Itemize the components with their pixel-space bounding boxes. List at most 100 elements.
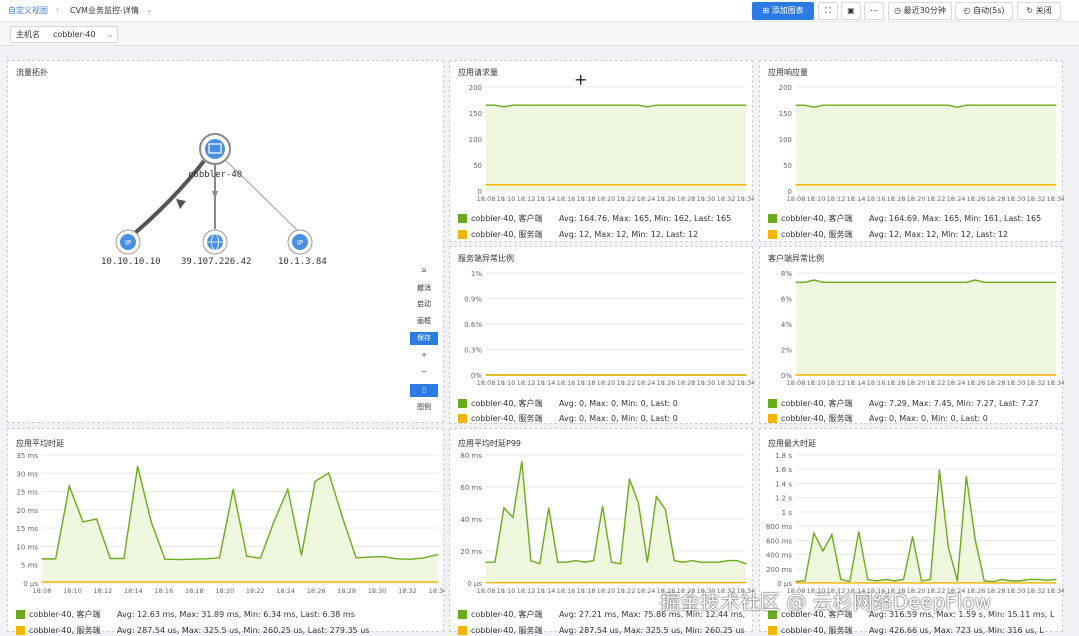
x-tick-label: 18:32 xyxy=(1027,379,1046,387)
host-filter[interactable]: 主机名 cobbler-40 ⌄ xyxy=(10,26,118,43)
chevron-down-icon[interactable]: ⌄ xyxy=(146,5,153,14)
node-label: 10.1.3.84 xyxy=(278,257,327,267)
draw-box-button[interactable]: 画框 xyxy=(410,315,438,328)
watermark: 掘金技术社区 @ 云杉网络DeepFlow xyxy=(660,590,992,614)
time-range-label: 最近30分钟 xyxy=(903,6,946,15)
data-point xyxy=(804,582,806,584)
data-point xyxy=(191,581,193,583)
breadcrumb-separator-icon: › xyxy=(56,5,60,14)
y-tick-label: 150 xyxy=(779,110,792,118)
host-node-icon[interactable] xyxy=(199,133,231,165)
data-point xyxy=(992,184,994,186)
save-button[interactable]: ▣ xyxy=(841,2,861,20)
time-range-button[interactable]: ◷ 最近30分钟 xyxy=(888,2,952,20)
save-layout-button[interactable]: 保存 xyxy=(410,332,438,345)
data-point xyxy=(822,104,824,106)
data-point xyxy=(920,582,923,584)
home-icon[interactable]: ⌂ xyxy=(410,264,438,277)
data-point xyxy=(664,104,666,106)
data-point xyxy=(205,581,207,583)
data-point xyxy=(727,104,729,106)
x-tick-label: 18:18 xyxy=(577,195,596,203)
legend-swatch xyxy=(768,414,777,423)
start-button[interactable]: 启动 xyxy=(410,298,438,311)
legend-swatch xyxy=(458,610,467,619)
fullscreen-button[interactable]: ⛶ xyxy=(818,2,838,20)
data-point xyxy=(1046,281,1048,283)
breadcrumb-root[interactable]: 自定义视图 xyxy=(8,5,48,16)
data-point xyxy=(485,561,487,563)
legend-item[interactable]: cobbler-40, 服务端 Avg: 0, Max: 0, Min: 0, L… xyxy=(768,413,988,424)
legend-item[interactable]: cobbler-40, 服务端 Avg: 287.54 us, Max: 325.… xyxy=(458,625,745,636)
data-point xyxy=(557,374,559,376)
legend-stats: Avg: 287.54 us, Max: 325.5 us, Min: 260.… xyxy=(559,626,745,635)
legend-item[interactable]: cobbler-40, 服务端 Avg: 12, Max: 12, Min: 12… xyxy=(768,229,1008,240)
auto-refresh-button[interactable]: ◴ 自动(5s) xyxy=(955,2,1013,20)
more-icon: ⋯ xyxy=(870,6,878,15)
topology-graph[interactable]: IP IP xyxy=(8,61,445,424)
data-point xyxy=(548,507,550,509)
y-tick-label: 1.8 s xyxy=(775,452,792,460)
data-point xyxy=(813,106,815,108)
legend-button[interactable]: 图例 xyxy=(410,401,438,414)
data-point xyxy=(1055,281,1057,283)
node-label: 10.10.10.10 xyxy=(101,257,161,267)
legend-item[interactable]: cobbler-40, 服务端 Avg: 12, Max: 12, Min: 12… xyxy=(458,229,698,240)
close-button[interactable]: ↻ 关闭 xyxy=(1017,2,1061,20)
data-point xyxy=(894,281,896,283)
data-point xyxy=(423,557,425,559)
add-chart-button[interactable]: ⊞ 添加图表 xyxy=(752,2,814,20)
breadcrumb-current[interactable]: CVM业务监控-详情 xyxy=(70,5,139,16)
more-button[interactable]: ⋯ xyxy=(864,2,884,20)
chart-svg[interactable]: 0 µs5 ms10 ms15 ms20 ms25 ms30 ms35 ms18… xyxy=(8,429,445,633)
data-point xyxy=(592,560,595,562)
data-point xyxy=(396,581,398,583)
undo-button[interactable]: 撤消 xyxy=(410,282,438,295)
data-point xyxy=(503,581,505,584)
legend-series-name: cobbler-40, 客户端 xyxy=(29,610,101,619)
x-tick-label: 18:10 xyxy=(807,379,826,387)
data-point xyxy=(619,374,622,376)
data-point xyxy=(177,581,180,583)
ip-node-icon[interactable]: IP xyxy=(115,229,141,255)
legend-item[interactable]: cobbler-40, 服务端 Avg: 287.54 us, Max: 325.… xyxy=(16,625,369,636)
legend-item[interactable]: cobbler-40, 客户端 Avg: 164.76, Max: 165, Mi… xyxy=(458,213,731,224)
legend-toggle-icon[interactable]: ▯ xyxy=(410,384,438,397)
data-point xyxy=(314,581,316,583)
data-point xyxy=(965,475,967,477)
ip-node-icon[interactable]: IP xyxy=(287,229,313,255)
data-point xyxy=(521,374,523,376)
legend-item[interactable]: cobbler-40, 客户端 Avg: 7.29, Max: 7.45, Min… xyxy=(768,398,1039,409)
data-point xyxy=(718,581,720,584)
legend-item[interactable]: cobbler-40, 客户端 Avg: 12.63 ms, Max: 31.89… xyxy=(16,609,355,620)
data-point xyxy=(813,279,815,281)
data-point xyxy=(610,374,613,376)
legend-item[interactable]: cobbler-40, 客户端 Avg: 164.69, Max: 165, Mi… xyxy=(768,213,1041,224)
data-point xyxy=(727,581,729,584)
data-point xyxy=(655,104,657,106)
x-tick-label: 18:18 xyxy=(887,379,906,387)
zoom-in-icon[interactable]: + xyxy=(410,349,438,362)
x-tick-label: 18:26 xyxy=(307,587,326,595)
data-point xyxy=(109,581,111,583)
data-point xyxy=(709,104,711,106)
x-tick-label: 18:16 xyxy=(867,379,886,387)
legend-item[interactable]: cobbler-40, 客户端 Avg: 0, Max: 0, Min: 0, L… xyxy=(458,398,678,409)
data-point xyxy=(682,104,684,106)
data-point xyxy=(628,104,631,106)
globe-node-icon[interactable] xyxy=(202,229,228,255)
data-point xyxy=(646,581,648,584)
data-point xyxy=(938,104,941,106)
zoom-out-icon[interactable]: − xyxy=(410,366,438,379)
data-point xyxy=(1037,582,1039,584)
chart-panel: 服务端异常比例 0% 0.3% 0.6% 0.9% 1% 18:08 18:10 18:12 1… xyxy=(449,246,754,424)
data-point xyxy=(521,460,523,462)
data-point xyxy=(700,561,702,563)
x-tick-label: 18:10 xyxy=(497,195,516,203)
x-tick-label: 18:14 xyxy=(537,379,556,387)
legend-item[interactable]: cobbler-40, 服务端 Avg: 426.66 us, Max: 723 … xyxy=(768,625,1044,636)
data-point xyxy=(849,184,851,186)
data-point xyxy=(1037,104,1039,106)
add-chart-label: 添加图表 xyxy=(771,6,804,15)
legend-item[interactable]: cobbler-40, 服务端 Avg: 0, Max: 0, Min: 0, L… xyxy=(458,413,678,424)
